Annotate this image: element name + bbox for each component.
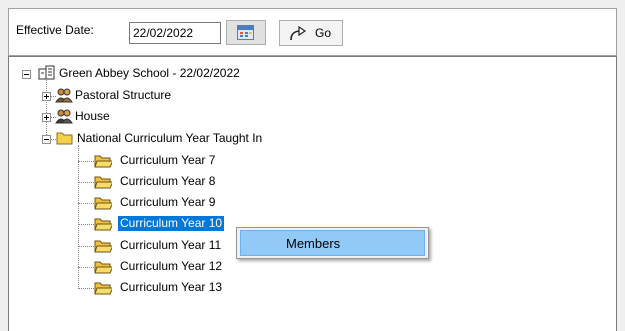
pastoral-group-icon: [55, 88, 73, 103]
tree-connector: [78, 246, 94, 247]
tree-node-curriculum-year-8[interactable]: Curriculum Year 8: [118, 174, 217, 189]
effective-date-input[interactable]: [129, 22, 221, 44]
tree-node-pastoral-structure[interactable]: Pastoral Structure: [73, 88, 173, 103]
collapse-toggle-curriculum[interactable]: [42, 135, 51, 144]
folder-icon: [94, 218, 112, 231]
structure-tree[interactable]: Green Abbey School - 22/02/2022 Pastoral…: [8, 56, 617, 331]
tree-connector: [78, 182, 94, 183]
folder-icon: [94, 155, 112, 168]
tree-root-label[interactable]: Green Abbey School - 22/02/2022: [57, 66, 242, 81]
tree-connector: [78, 224, 94, 225]
folder-icon: [94, 282, 112, 295]
menu-item-members-label: Members: [286, 236, 341, 251]
tree-node-national-curriculum[interactable]: National Curriculum Year Taught In: [75, 131, 264, 146]
effective-date-label: Effective Date:: [16, 23, 94, 37]
go-button-label: Go: [315, 26, 332, 40]
folder-icon: [94, 176, 112, 189]
calendar-button[interactable]: [226, 20, 266, 45]
tree-connector: [78, 161, 94, 162]
house-group-icon: [55, 109, 73, 124]
folder-icon: [56, 132, 73, 145]
folder-icon: [94, 197, 112, 210]
tree-node-curriculum-year-12[interactable]: Curriculum Year 12: [118, 259, 224, 274]
tree-node-curriculum-year-11[interactable]: Curriculum Year 11: [118, 238, 223, 253]
tree-node-curriculum-year-7[interactable]: Curriculum Year 7: [118, 153, 217, 168]
folder-icon: [94, 240, 112, 253]
expand-toggle-pastoral[interactable]: [42, 92, 51, 101]
tree-connector: [78, 267, 94, 268]
collapse-toggle-root[interactable]: [22, 70, 31, 79]
expand-toggle-house[interactable]: [42, 113, 51, 122]
context-menu: Members: [236, 227, 429, 259]
tree-node-curriculum-year-10-selected[interactable]: Curriculum Year 10: [118, 216, 225, 231]
tree-node-curriculum-year-13[interactable]: Curriculum Year 13: [118, 280, 224, 295]
tree-connector: [78, 288, 94, 289]
school-structure-icon: [38, 65, 55, 80]
folder-icon: [94, 261, 112, 274]
go-button[interactable]: Go: [279, 20, 343, 46]
tree-node-house[interactable]: House: [73, 109, 112, 124]
tree-connector: [78, 203, 94, 204]
tree-connector: [46, 74, 47, 139]
tree-node-curriculum-year-9[interactable]: Curriculum Year 9: [118, 195, 217, 210]
calendar-icon: [237, 25, 254, 40]
menu-item-members[interactable]: Members: [240, 230, 425, 256]
go-arrow-icon: [290, 25, 307, 41]
